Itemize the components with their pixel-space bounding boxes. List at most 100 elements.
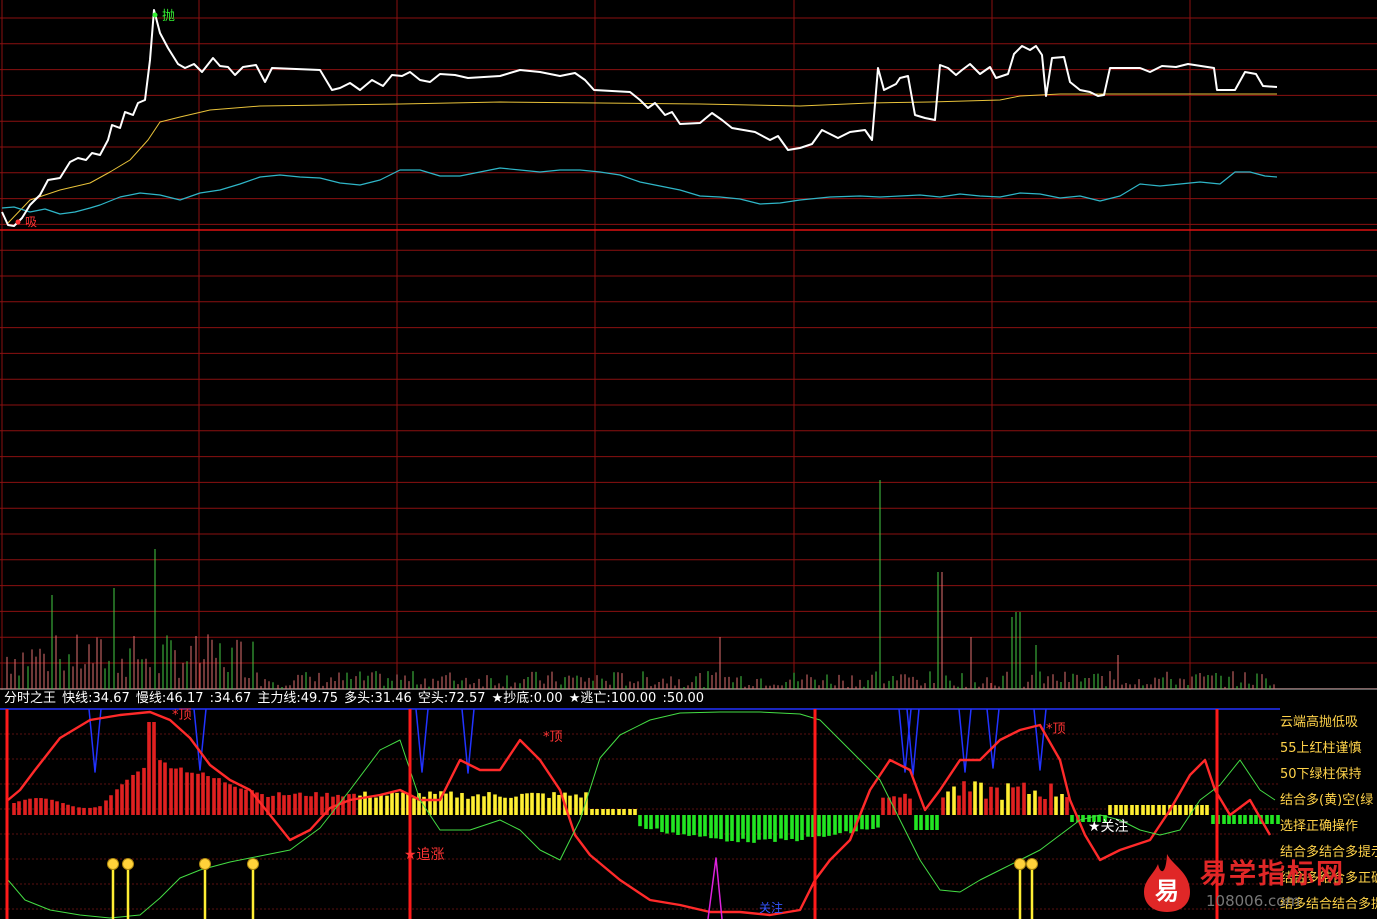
histogram-bar bbox=[1065, 797, 1069, 815]
histogram-bar bbox=[979, 782, 983, 815]
watermark-logo-char: 易 bbox=[1155, 877, 1179, 905]
watch-mark: ★关注 bbox=[1088, 819, 1129, 835]
signal-dot bbox=[122, 858, 134, 870]
histogram-bar bbox=[984, 798, 988, 815]
histogram-bar bbox=[460, 792, 464, 815]
intraday-chart[interactable]: 抛 吸 *顶 *顶 *顶 ★追涨 ★关注 关注 bbox=[0, 0, 1377, 919]
histogram-bar bbox=[82, 807, 86, 815]
histogram-bar bbox=[104, 800, 108, 815]
histogram-bar bbox=[860, 815, 864, 830]
histogram-bar bbox=[763, 815, 767, 840]
trading-chart-window: 抛 吸 *顶 *顶 *顶 ★追涨 ★关注 关注 分时之王 快线:34.67 慢线… bbox=[0, 0, 1377, 919]
histogram-bar bbox=[628, 809, 632, 815]
histogram-bar bbox=[1119, 805, 1123, 815]
histogram-bar bbox=[244, 789, 248, 815]
histogram-bar bbox=[277, 792, 281, 815]
histogram-bar bbox=[919, 815, 923, 830]
histogram-bar bbox=[1173, 805, 1177, 815]
histogram-bar bbox=[379, 794, 383, 815]
buy-dot bbox=[15, 219, 21, 225]
histogram-bar bbox=[568, 795, 572, 815]
histogram-bar bbox=[584, 792, 588, 815]
histogram-bar bbox=[163, 762, 167, 815]
histogram-bar bbox=[698, 815, 702, 837]
bull-value: 多头:31.46 bbox=[344, 691, 412, 706]
histogram-bar bbox=[93, 807, 97, 815]
histogram-bar bbox=[228, 784, 232, 815]
histogram-bar bbox=[730, 815, 734, 842]
slow-line-value: 慢线:46.17 bbox=[135, 691, 204, 706]
histogram-bar bbox=[946, 791, 950, 815]
top-mark-1: *顶 bbox=[172, 708, 192, 723]
histogram-bar bbox=[1049, 783, 1053, 815]
histogram-bar bbox=[125, 779, 129, 815]
histogram-bar bbox=[34, 798, 38, 815]
histogram-bar bbox=[185, 772, 189, 815]
histogram-bar bbox=[50, 799, 54, 815]
indicator-panel bbox=[5, 708, 1280, 919]
histogram-bar bbox=[476, 794, 480, 815]
histogram-bar bbox=[1000, 799, 1004, 815]
histogram-bar bbox=[120, 784, 124, 815]
histogram-bar bbox=[1038, 796, 1042, 815]
histogram-bar bbox=[692, 815, 696, 836]
histogram-bar bbox=[147, 722, 151, 815]
histogram-bar bbox=[719, 815, 723, 840]
histogram-bar bbox=[752, 815, 756, 843]
histogram-bar bbox=[514, 796, 518, 815]
escape-star-value: ★逃亡:100.00 bbox=[568, 691, 657, 706]
histogram-bar bbox=[806, 815, 810, 837]
top-mark-3: *顶 bbox=[1046, 722, 1066, 737]
histogram-bar bbox=[908, 798, 912, 815]
histogram-bar bbox=[77, 807, 81, 815]
histogram-bar bbox=[881, 797, 885, 815]
histogram-bar bbox=[914, 815, 918, 830]
histogram-bar bbox=[1157, 805, 1161, 815]
histogram-bar bbox=[671, 815, 675, 833]
histogram-bar bbox=[833, 815, 837, 835]
histogram-bar bbox=[1184, 805, 1188, 815]
histogram-bar bbox=[374, 797, 378, 815]
histogram-bar bbox=[1130, 805, 1134, 815]
histogram-bar bbox=[676, 815, 680, 835]
histogram-bar bbox=[44, 798, 48, 815]
histogram-bar bbox=[233, 786, 237, 815]
histogram-bar bbox=[849, 815, 853, 834]
level-value: :50.00 bbox=[662, 691, 705, 706]
fast-line-value: 快线:34.67 bbox=[62, 691, 130, 706]
histogram-bar bbox=[298, 792, 302, 815]
histogram-bar bbox=[390, 792, 394, 815]
histogram-bar bbox=[385, 795, 389, 815]
histogram-bar bbox=[557, 794, 561, 815]
histogram-bar bbox=[174, 768, 178, 815]
histogram-bar bbox=[196, 773, 200, 815]
histogram-bar bbox=[1124, 805, 1128, 815]
histogram-bar bbox=[633, 809, 637, 815]
histogram-bar bbox=[1249, 815, 1253, 824]
histogram-bar bbox=[1222, 815, 1226, 824]
histogram-bar bbox=[368, 797, 372, 815]
histogram-bar bbox=[930, 815, 934, 830]
histogram-bar bbox=[1033, 790, 1037, 815]
histogram-bar bbox=[547, 797, 551, 815]
histogram-bar bbox=[1043, 798, 1047, 815]
bear-value: 空头:72.57 bbox=[417, 691, 486, 706]
histogram-bar bbox=[314, 792, 318, 815]
histogram-bar bbox=[449, 791, 453, 815]
price-lines bbox=[1, 9, 1278, 227]
histogram-bar bbox=[644, 815, 648, 829]
histogram-bar bbox=[28, 798, 32, 815]
histogram-bar bbox=[709, 815, 713, 839]
histogram-bar bbox=[109, 795, 113, 815]
histogram-bar bbox=[190, 772, 194, 815]
histogram-bar bbox=[1227, 815, 1231, 824]
histogram-bar bbox=[71, 806, 75, 815]
histogram-bar bbox=[217, 778, 221, 815]
histogram-bar bbox=[995, 787, 999, 815]
histogram-bar bbox=[1006, 783, 1010, 815]
grid bbox=[0, 0, 1377, 910]
histogram-bar bbox=[1151, 805, 1155, 815]
histogram-bar bbox=[525, 793, 529, 815]
signal-dot bbox=[107, 858, 119, 870]
avg-price-line bbox=[7, 93, 1277, 224]
